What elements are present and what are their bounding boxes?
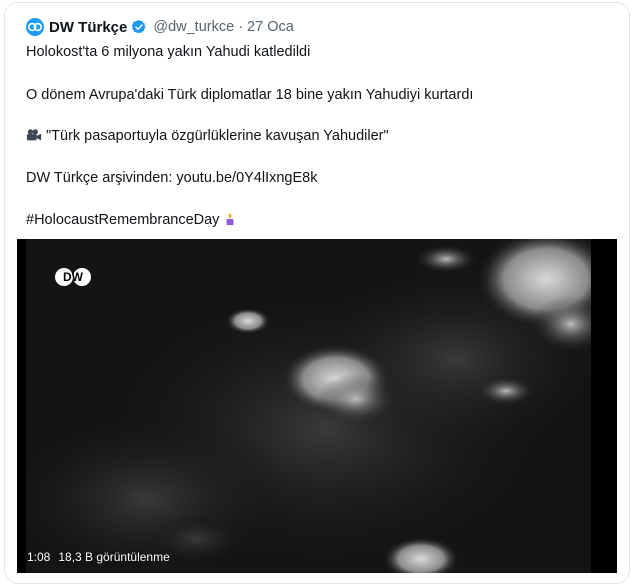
avatar[interactable] <box>26 18 44 36</box>
author-name[interactable]: DW Türkçe <box>49 19 127 36</box>
verified-badge-icon <box>132 20 146 34</box>
hashtag-link[interactable]: #HolocaustRemembranceDay <box>26 212 219 228</box>
movie-camera-icon <box>26 129 42 141</box>
tweet-line: Holokost'ta 6 milyona yakın Yahudi katle… <box>26 44 311 60</box>
dw-logo-text: DW <box>63 270 84 284</box>
video-player[interactable]: DW 1:08 18,3 B görüntülenme <box>17 239 617 573</box>
tweet-line: #HolocaustRemembranceDay <box>26 211 238 229</box>
tweet-header: DW Türkçe @dw_turkce · 27 Oca <box>26 17 294 37</box>
dw-logo: DW <box>55 268 91 286</box>
video-view-count: 18,3 B görüntülenme <box>58 550 170 564</box>
tweet-line: O dönem Avrupa'daki Türk diplomatlar 18 … <box>26 87 474 103</box>
dw-avatar-icon <box>28 22 42 32</box>
video-info-overlay: 1:08 18,3 B görüntülenme <box>27 550 170 564</box>
video-duration: 1:08 <box>27 550 51 564</box>
tweet-card[interactable]: DW Türkçe @dw_turkce · 27 Oca Holokost't… <box>4 2 630 584</box>
tweet-line: DW Türkçe arşivinden: youtu.be/0Y4lIxngE… <box>26 169 318 187</box>
tweet-line-text: "Türk pasaportuyla özgürlüklerine kavuşa… <box>46 128 389 144</box>
video-frame <box>26 239 591 573</box>
tweet-line: "Türk pasaportuyla özgürlüklerine kavuşa… <box>26 127 389 145</box>
candle-icon <box>226 212 234 226</box>
archive-link-text[interactable]: DW Türkçe arşivinden: youtu.be/0Y4lIxngE… <box>26 170 318 186</box>
handle-and-date[interactable]: @dw_turkce · 27 Oca <box>153 19 293 35</box>
